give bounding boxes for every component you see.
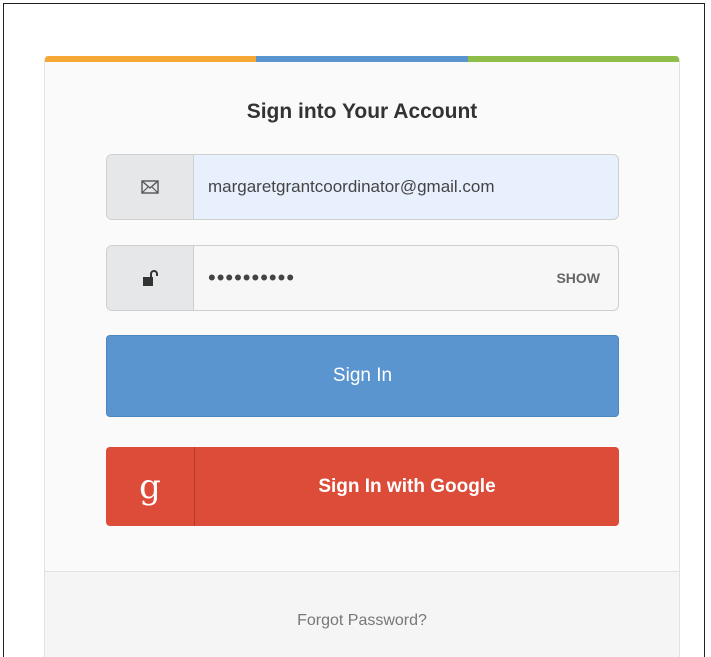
password-field: SHOW bbox=[106, 245, 619, 311]
unlock-icon bbox=[107, 246, 194, 310]
show-password-toggle[interactable]: SHOW bbox=[556, 246, 618, 310]
password-input[interactable] bbox=[194, 246, 557, 310]
forgot-password-link[interactable]: Forgot Password? bbox=[297, 612, 427, 630]
accent-orange bbox=[45, 56, 257, 62]
google-sign-in-button[interactable]: g Sign In with Google bbox=[106, 447, 619, 526]
card-footer: Forgot Password? bbox=[45, 571, 679, 657]
color-accent-bar bbox=[45, 56, 679, 62]
page-title: Sign into Your Account bbox=[246, 100, 478, 123]
login-card: Sign into Your Account SHOW Sign I bbox=[44, 56, 680, 657]
window-frame: Sign into Your Account SHOW Sign I bbox=[3, 3, 705, 657]
google-sign-in-label: Sign In with Google bbox=[318, 475, 496, 497]
email-field bbox=[106, 154, 619, 220]
accent-green bbox=[467, 56, 679, 62]
google-g-icon: g bbox=[106, 447, 195, 526]
accent-blue bbox=[256, 56, 468, 62]
email-input[interactable] bbox=[194, 155, 618, 219]
sign-in-button[interactable]: Sign In bbox=[106, 335, 619, 417]
envelope-icon bbox=[107, 155, 194, 219]
